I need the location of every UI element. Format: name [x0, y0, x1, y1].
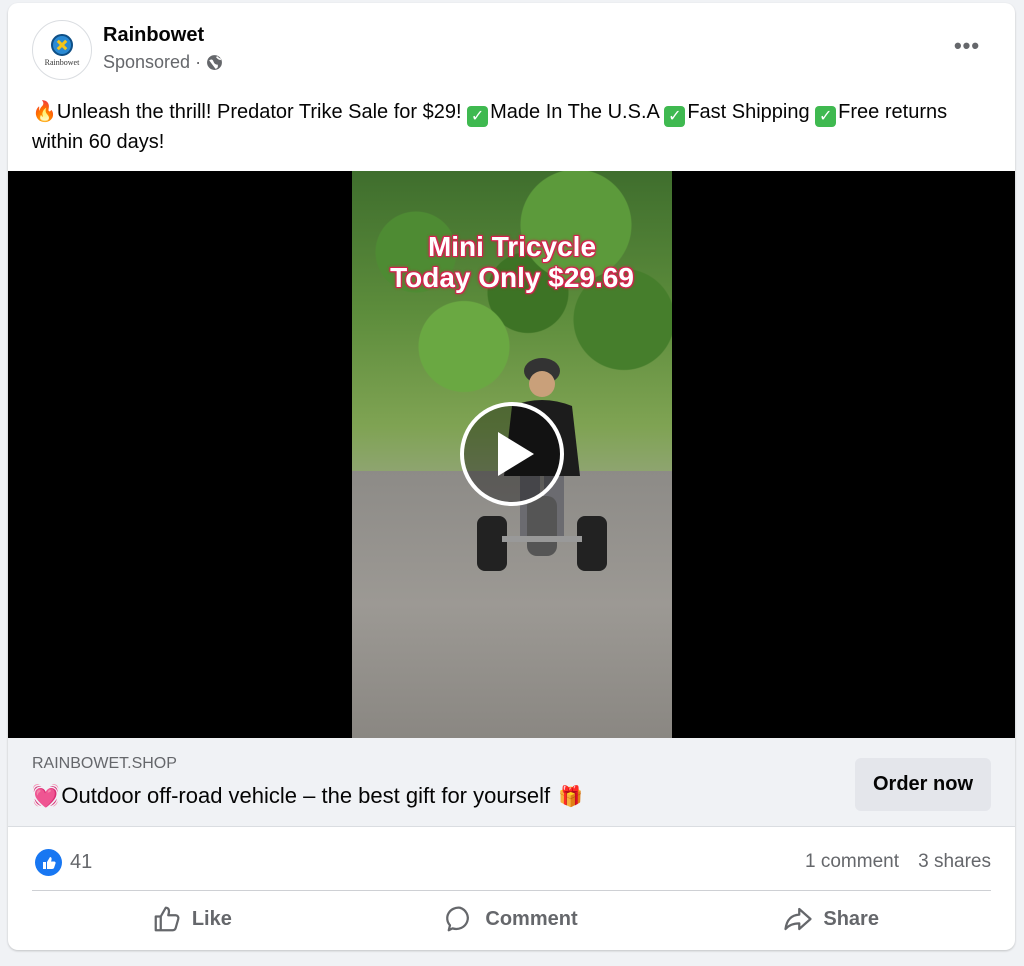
link-title-text: Outdoor off-road vehicle – the best gift…: [61, 783, 551, 808]
caption-made-in-usa: Made In The U.S.A: [490, 101, 659, 123]
page-avatar[interactable]: Rainbowet: [32, 20, 92, 80]
like-label: Like: [191, 907, 232, 930]
caption-line-1: Unleash the thrill! Predator Trike Sale …: [56, 101, 462, 123]
sponsored-post-card: Rainbowet Rainbowet Sponsored · ••• 🔥Unl…: [8, 3, 1015, 950]
share-arrow-icon: [784, 907, 812, 931]
link-headline[interactable]: 💓 Outdoor off-road vehicle – the best gi…: [32, 783, 583, 809]
play-icon: [498, 432, 534, 476]
comment-button[interactable]: Comment: [352, 893, 672, 945]
check-mark-icon: ✓: [815, 106, 837, 127]
fire-icon: 🔥: [32, 101, 57, 123]
brand-logo-icon: [51, 33, 73, 56]
share-button[interactable]: Share: [671, 893, 991, 945]
page-name-link[interactable]: Rainbowet: [103, 24, 204, 47]
check-mark-icon: ✓: [664, 106, 686, 127]
play-button[interactable]: [460, 402, 564, 506]
overlay-line-2: Today Only $29.69: [390, 262, 634, 293]
thumbs-up-icon: [154, 906, 180, 932]
post-header: Rainbowet Rainbowet Sponsored · •••: [8, 3, 1015, 93]
post-caption: 🔥Unleash the thrill! Predator Trike Sale…: [32, 97, 992, 157]
reaction-summary: 41 1 comment 3 shares: [8, 827, 1015, 891]
heart-icon: 💓: [32, 783, 60, 808]
link-preview-bar[interactable]: RAINBOWET.SHOP 💓 Outdoor off-road vehicl…: [8, 738, 1015, 827]
like-button[interactable]: Like: [32, 893, 352, 945]
like-reaction-icon[interactable]: [35, 849, 62, 876]
action-divider: [32, 890, 991, 891]
link-domain: RAINBOWET.SHOP: [32, 755, 177, 772]
gift-icon: 🎁: [558, 785, 584, 808]
order-now-button[interactable]: Order now: [855, 758, 991, 811]
share-count[interactable]: 3 shares: [918, 851, 991, 873]
thumbs-up-icon: [42, 856, 56, 869]
comment-count[interactable]: 1 comment: [805, 851, 899, 873]
check-mark-icon: ✓: [467, 106, 489, 127]
share-label: Share: [823, 907, 879, 930]
more-options-button[interactable]: •••: [949, 33, 985, 59]
like-count[interactable]: 41: [70, 851, 92, 874]
video-overlay-text: Mini Tricycle Today Only $29.69: [352, 231, 672, 293]
sponsored-label[interactable]: Sponsored ·: [103, 52, 201, 73]
speech-bubble-icon: [446, 906, 470, 932]
overlay-line-1: Mini Tricycle: [427, 231, 597, 262]
sponsored-label-row: Sponsored ·: [103, 52, 223, 73]
video-player[interactable]: Mini Tricycle Today Only $29.69: [8, 171, 1015, 738]
avatar-logo-text: Rainbowet: [44, 57, 80, 67]
caption-fast-shipping: Fast Shipping: [687, 101, 810, 123]
post-actions: Like Comment Share: [32, 893, 991, 945]
globe-icon: [207, 55, 222, 70]
comment-label: Comment: [485, 907, 578, 930]
